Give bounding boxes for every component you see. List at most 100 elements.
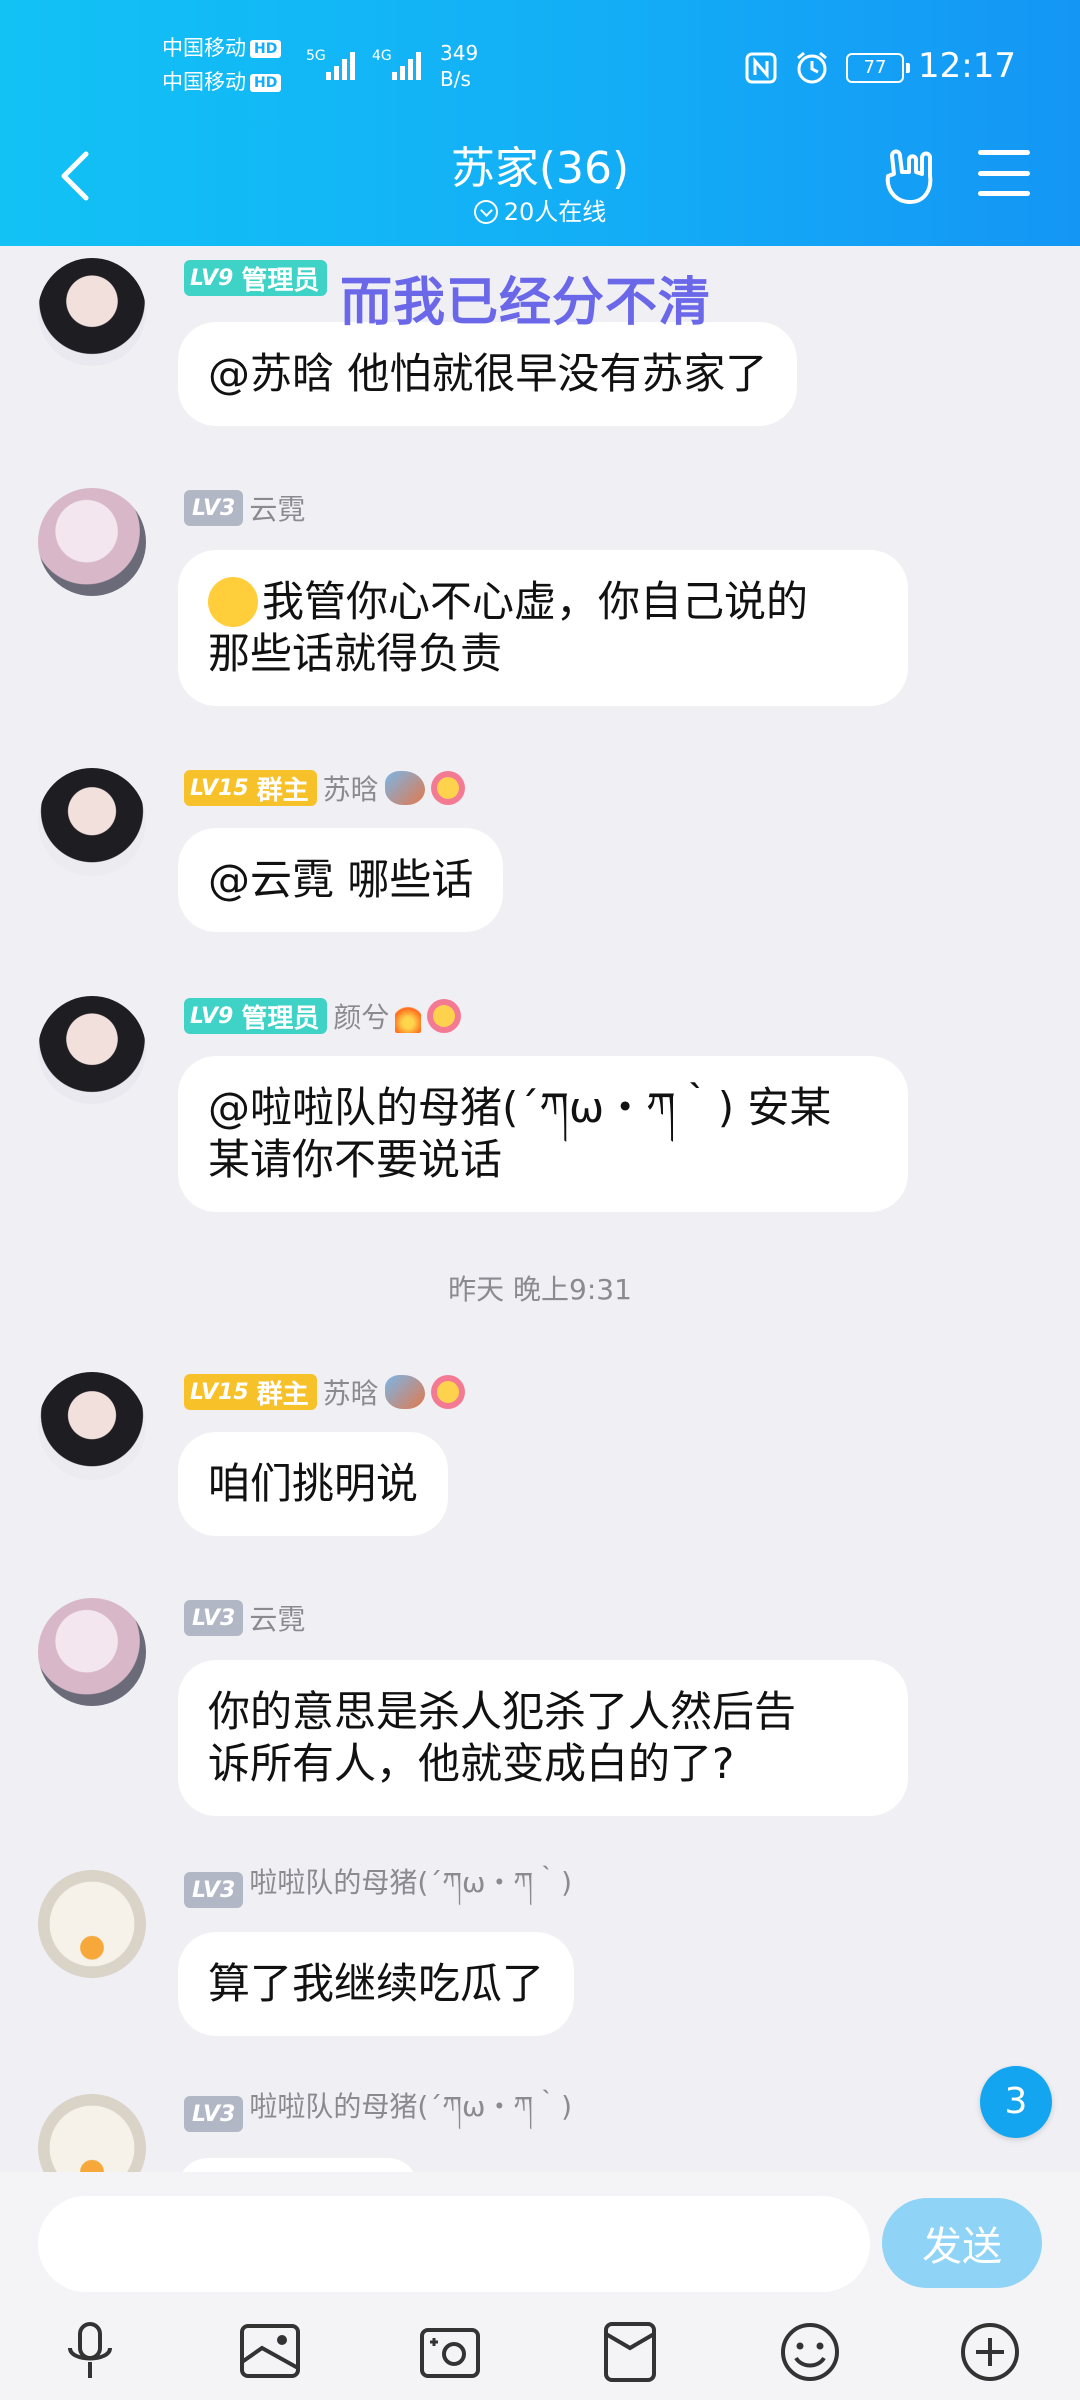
hand-gesture-icon [885, 149, 933, 204]
message-text-line: 你的意思是杀人犯杀了人然后告 [208, 1687, 797, 1736]
avatar[interactable] [38, 2094, 146, 2172]
status-bar: 中国移动 HD 中国移动 HD 5G 4G 349 B/s 77 12:17 [0, 0, 1080, 130]
badge-level: LV3 [192, 1605, 236, 1631]
hand-gesture-button[interactable] [880, 146, 936, 206]
badge-level: LV9 [190, 1003, 234, 1029]
menu-icon-bar [978, 191, 1030, 196]
message-text-line: 某请你不要说话 [208, 1135, 503, 1184]
sender-meta: LV3 啦啦队的母猪(´ཀω・ཀ｀) [184, 1866, 572, 1910]
floating-lyric-text: 而我已经分不清 [340, 273, 712, 333]
message-text-line: 我管你心不心虚，你自己说的 [262, 577, 809, 626]
message-text-line: @啦啦队的母猪(´ཀω・ཀ｀) 安某 [208, 1083, 832, 1132]
badge-level: LV15 [190, 1379, 249, 1405]
hd-badge: HD [250, 40, 282, 58]
message-bubble[interactable]: @啦啦队的母猪(´ཀω・ཀ｀) 安某 某请你不要说话 [178, 1056, 908, 1212]
menu-button[interactable] [978, 150, 1030, 196]
carrier-1: 中国移动 HD [162, 34, 282, 62]
message-bubble[interactable] [178, 2158, 418, 2172]
avatar[interactable] [38, 1870, 146, 1978]
message-list[interactable]: LV9 管理员 @苏晗 他怕就很早没有苏家了 而我已经分不清 LV3 云霓 我管你… [0, 246, 1080, 2172]
carrier-2-label: 中国移动 [162, 70, 246, 94]
send-button[interactable]: 发送 [882, 2198, 1042, 2288]
emoji-button[interactable] [776, 2318, 844, 2386]
message-text-line: 那些话就得负责 [208, 629, 503, 678]
more-button[interactable] [956, 2318, 1024, 2386]
tool-row [0, 2312, 1080, 2392]
sender-meta: LV3 云霓 [184, 1598, 305, 1638]
avatar[interactable] [38, 768, 146, 876]
sender-meta: LV3 云霓 [184, 488, 305, 528]
message-bubble[interactable]: 咱们挑明说 [178, 1432, 449, 1536]
level-badge: LV3 [184, 490, 244, 526]
message-bubble[interactable]: 算了我继续吃瓜了 [178, 1932, 575, 2036]
picture-button[interactable] [236, 2318, 304, 2386]
input-bar: 发送 [0, 2172, 1080, 2400]
avatar[interactable] [38, 1372, 146, 1480]
picture-icon [240, 2324, 300, 2378]
flower-emoji-icon [430, 1375, 465, 1409]
message-bubble[interactable]: 你的意思是杀人犯杀了人然后告 诉所有人，他就变成白的了? [178, 1660, 908, 1816]
avatar[interactable] [38, 488, 146, 596]
message-bubble[interactable]: @苏晗 他怕就很早没有苏家了 [178, 322, 798, 426]
time-divider: 昨天 晚上9:31 [448, 1273, 632, 1306]
avatar[interactable] [38, 1598, 146, 1706]
clock: 12:17 [918, 46, 1016, 86]
unread-count-badge[interactable]: 3 [980, 2066, 1052, 2138]
message-input[interactable] [38, 2196, 870, 2292]
hd-badge: HD [250, 74, 282, 92]
sender-meta: LV15 群主 苏晗 [184, 1372, 465, 1412]
emoji-icon [781, 2323, 839, 2381]
sender-name: 啦啦队的母猪(´ཀω・ཀ｀) [249, 1865, 573, 1899]
message-text-line: 诉所有人，他就变成白的了? [208, 1739, 735, 1788]
laugh-emoji-icon [208, 577, 258, 627]
badge-level: LV15 [190, 775, 249, 801]
avatar[interactable] [38, 996, 146, 1104]
speed-unit: B/s [440, 67, 471, 91]
flower-emoji-icon [430, 771, 465, 805]
badge-level: LV3 [192, 495, 236, 521]
sender-name: 云霓 [249, 493, 306, 526]
speed-value: 349 [440, 41, 479, 65]
fire-icon [395, 999, 422, 1033]
menu-icon-bar [978, 170, 1030, 176]
message-bubble[interactable]: 我管你心不心虚，你自己说的 那些话就得负责 [178, 550, 908, 706]
red-packet-button[interactable] [596, 2318, 664, 2386]
signal-1-icon [326, 52, 355, 80]
chevron-down-icon [473, 200, 498, 224]
online-count-label: 20人在线 [503, 198, 607, 226]
badge-level: LV3 [192, 1877, 236, 1903]
red-packet-icon [604, 2322, 656, 2382]
level-badge: LV3 [184, 1872, 244, 1908]
flower-emoji-icon [427, 999, 462, 1033]
battery-indicator: 77 [846, 53, 910, 83]
carrier-2: 中国移动 HD [162, 68, 282, 96]
status-icons: 77 [744, 50, 910, 86]
sender-meta: LV9 管理员 颜兮 [184, 996, 462, 1036]
sender-meta: LV3 啦啦队的母猪(´ཀω・ཀ｀) [184, 2090, 572, 2134]
badge-role: 管理员 [241, 265, 320, 296]
sender-meta: LV9 管理员 [184, 258, 333, 298]
badge-role: 群主 [256, 775, 309, 806]
avatar[interactable] [38, 258, 146, 366]
network-speed: 349 B/s [440, 40, 478, 92]
level-badge: LV15 群主 [184, 770, 317, 806]
sender-name: 啦啦队的母猪(´ཀω・ཀ｀) [249, 2089, 573, 2123]
level-badge: LV9 管理员 [184, 260, 328, 296]
sender-name: 苏晗 [322, 1377, 379, 1410]
plus-icon [961, 2323, 1019, 2381]
badge-level: LV9 [190, 265, 234, 291]
badge-role: 群主 [256, 1379, 309, 1410]
alarm-icon [797, 51, 827, 84]
message-bubble[interactable]: @云霓 哪些话 [178, 828, 504, 932]
sender-name: 苏晗 [322, 773, 379, 806]
level-badge: LV3 [184, 1600, 244, 1636]
dragon-icon [384, 1375, 425, 1409]
signal-2-icon [392, 52, 421, 80]
nfc-icon [745, 52, 777, 84]
camera-button[interactable] [416, 2318, 484, 2386]
badge-role: 管理员 [241, 1003, 320, 1034]
sender-meta: LV15 群主 苏晗 [184, 768, 465, 808]
microphone-icon [68, 2322, 112, 2378]
level-badge: LV15 群主 [184, 1374, 317, 1410]
voice-button[interactable] [56, 2318, 124, 2386]
